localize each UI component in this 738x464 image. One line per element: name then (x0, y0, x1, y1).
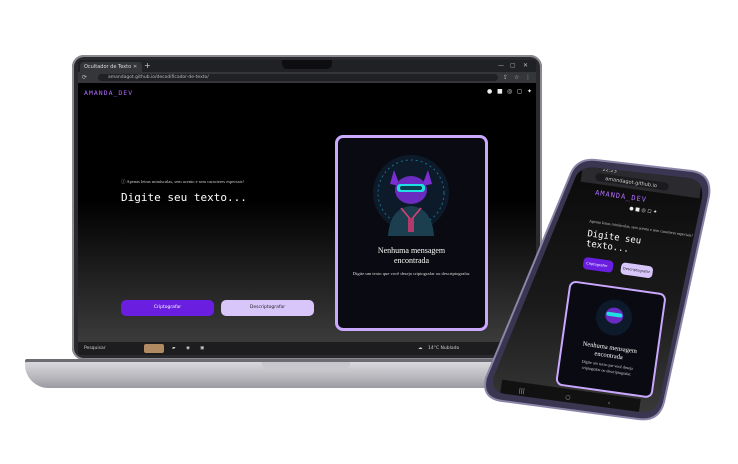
smartphone: 22:23 amandagot.github.io AMANDA_DEV ● ■… (484, 158, 711, 421)
phone-result-card (555, 281, 666, 398)
camera-notch (282, 60, 332, 69)
phone-home-icon[interactable]: ○ (565, 394, 571, 402)
phone-recents-icon[interactable]: ||| (518, 387, 525, 395)
